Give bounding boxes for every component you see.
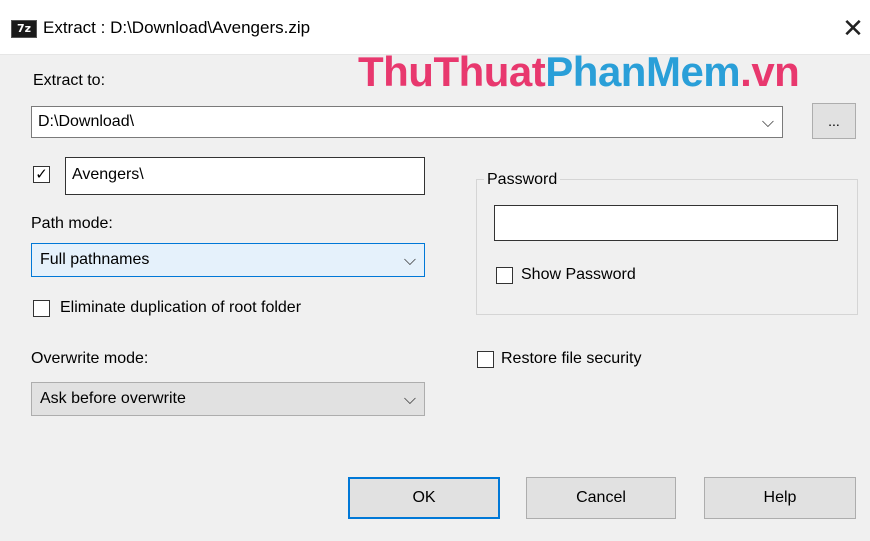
watermark-part-3: .vn (740, 48, 800, 95)
cancel-button[interactable]: Cancel (526, 477, 676, 519)
show-password-checkbox[interactable] (496, 267, 513, 284)
browse-button[interactable]: ... (812, 103, 856, 139)
subfolder-name-value: Avengers\ (72, 166, 144, 183)
eliminate-duplication-checkbox[interactable] (33, 300, 50, 317)
restore-security-checkbox[interactable] (477, 351, 494, 368)
eliminate-duplication-label[interactable]: Eliminate duplication of root folder (60, 299, 301, 317)
path-mode-label: Path mode: (31, 215, 113, 232)
close-icon[interactable]: ✕ (836, 12, 870, 46)
window-title: Extract : D:\Download\Avengers.zip (43, 18, 311, 37)
path-mode-dropdown[interactable]: Full pathnames ⌵ (31, 243, 425, 277)
ok-button[interactable]: OK (348, 477, 500, 519)
subfolder-name-field[interactable]: Avengers\ (65, 157, 425, 195)
overwrite-mode-value: Ask before overwrite (40, 390, 186, 407)
restore-security-label[interactable]: Restore file security (501, 350, 642, 368)
watermark-part-1: ThuThuat (358, 48, 546, 95)
password-field[interactable] (494, 205, 838, 241)
password-group-label: Password (484, 171, 561, 189)
overwrite-mode-dropdown[interactable]: Ask before overwrite ⌵ (31, 382, 425, 416)
extract-path-combo[interactable]: D:\Download\ ⌵ (31, 106, 783, 138)
title-bar: 7z Extract : D:\Download\Avengers.zip ✕ (0, 0, 870, 55)
subfolder-checkbox[interactable]: ✓ (33, 166, 50, 183)
chevron-down-icon[interactable]: ⌵ (404, 383, 416, 415)
chevron-down-icon[interactable]: ⌵ (762, 107, 774, 137)
extract-to-label: Extract to: (33, 72, 106, 89)
password-groupbox (476, 179, 858, 315)
show-password-label[interactable]: Show Password (521, 266, 636, 284)
overwrite-mode-label: Overwrite mode: (31, 350, 149, 367)
extract-path-value: D:\Download\ (38, 113, 135, 130)
watermark-logo: ThuThuatPhanMem.vn (358, 48, 800, 96)
help-button[interactable]: Help (704, 477, 856, 519)
chevron-down-icon[interactable]: ⌵ (404, 244, 416, 276)
path-mode-value: Full pathnames (40, 251, 150, 268)
7zip-app-icon: 7z (11, 20, 37, 38)
watermark-part-2: PhanMem (545, 48, 741, 95)
